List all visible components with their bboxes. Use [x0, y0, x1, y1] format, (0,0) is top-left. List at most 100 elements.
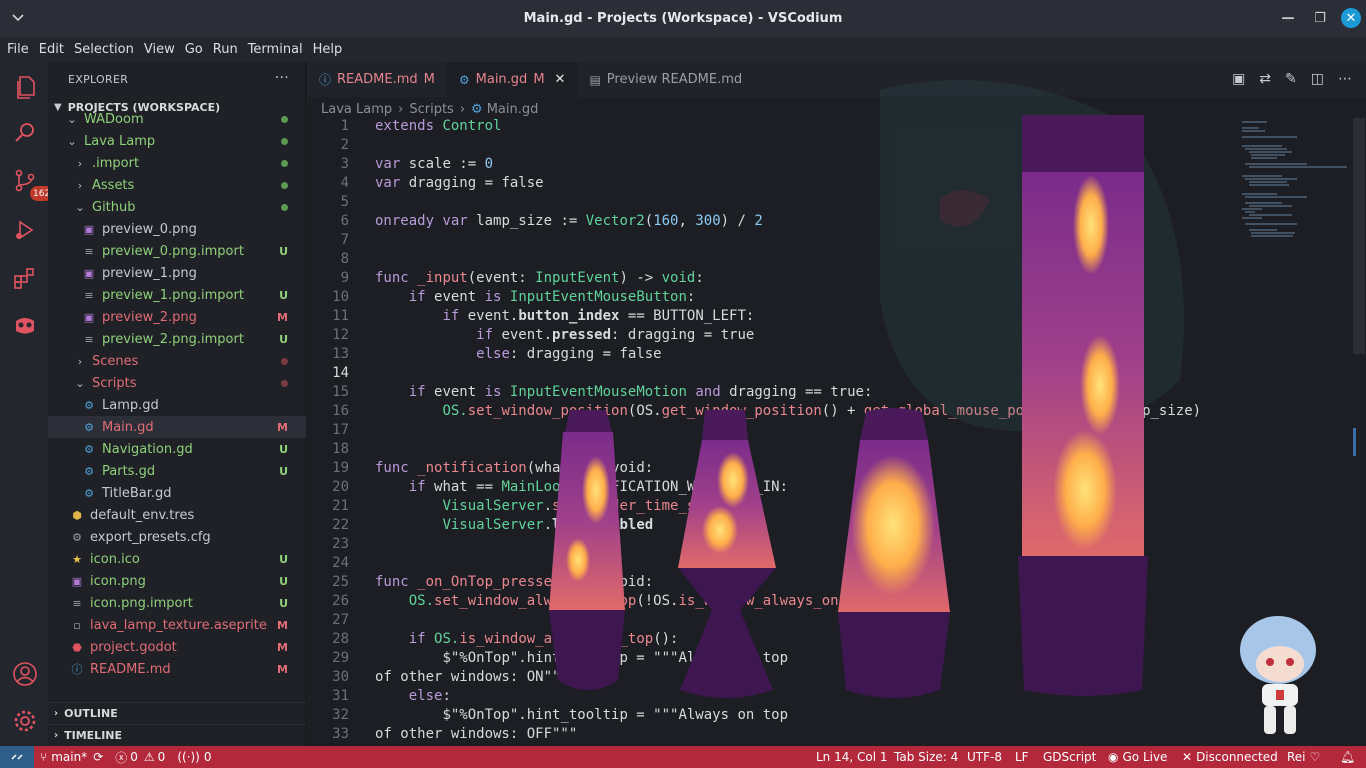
sync-icon[interactable]: ⟳ — [93, 750, 103, 764]
code-token: loop_enabled — [552, 517, 654, 533]
more-actions-icon[interactable]: ⋯ — [1338, 71, 1352, 87]
tab-size[interactable]: Tab Size: 4 — [894, 746, 958, 768]
code-token: (what — [526, 460, 569, 476]
tree-item-wadoom[interactable]: ⌄ WADoom — [48, 108, 306, 130]
code-line: of other windows: ON""" — [375, 669, 569, 685]
tree-item-lamp-gd[interactable]: ⚙ Lamp.gd — [48, 394, 306, 416]
pin-icon[interactable]: ✎ — [1285, 71, 1297, 87]
connection-label: Disconnected — [1196, 750, 1278, 764]
tree-item-scripts[interactable]: ⌄ Scripts — [48, 372, 306, 394]
code-token: (): — [653, 631, 679, 647]
chevron-down-icon[interactable] — [10, 10, 26, 26]
chevron-right-icon: › — [77, 354, 83, 368]
code-token: event. — [501, 327, 553, 343]
end-of-line[interactable]: LF — [1015, 746, 1029, 768]
tree-item-readme[interactable]: ⓘ README.md M — [48, 658, 306, 680]
tree-item-label: Assets — [92, 177, 135, 193]
error-count: 0 — [130, 750, 138, 764]
tree-item-preview-2-png[interactable]: ▣ preview_2.png M — [48, 306, 306, 328]
tree-item-default-env[interactable]: ⬢ default_env.tres — [48, 504, 306, 526]
tree-item-preview-2-import[interactable]: ≡ preview_2.png.import U — [48, 328, 306, 350]
tree-item-preview-1-png[interactable]: ▣ preview_1.png — [48, 262, 306, 284]
tab-readme[interactable]: ⓘ README.md M — [307, 62, 447, 97]
close-window-button[interactable]: ✕ — [1341, 8, 1361, 28]
godot-icon[interactable] — [12, 312, 38, 338]
tree-item-preview-0-png[interactable]: ▣ preview_0.png — [48, 218, 306, 240]
encoding[interactable]: UTF-8 — [967, 746, 1002, 768]
tab-main-gd[interactable]: ⚙ Main.gd M ✕ — [446, 62, 578, 97]
tree-item-scenes[interactable]: › Scenes — [48, 350, 306, 372]
remote-icon[interactable] — [0, 746, 34, 768]
problems-indicator[interactable]: ⓧ 0 ⚠ 0 — [109, 749, 171, 766]
code-token: event — [434, 384, 477, 400]
tree-item-export-presets[interactable]: ⚙ export_presets.cfg — [48, 526, 306, 548]
git-branch[interactable]: ⑂ main* ⟳ — [34, 750, 109, 764]
run-debug-icon[interactable] — [12, 217, 38, 243]
language-mode[interactable]: GDScript — [1043, 746, 1096, 768]
tree-item-lava-lamp[interactable]: ⌄ Lava Lamp — [48, 130, 306, 152]
code-token: and — [695, 384, 721, 400]
code-line: func _notification(what) -> void: — [375, 460, 653, 476]
tree-item-icon-png-import[interactable]: ≡ icon.png.import U — [48, 592, 306, 614]
code-token: OS. — [434, 631, 460, 647]
search-icon[interactable] — [12, 120, 38, 146]
account-icon[interactable] — [12, 661, 38, 687]
minimap[interactable] — [1237, 118, 1347, 248]
extensions-icon[interactable] — [12, 265, 38, 291]
tree-item-label: Navigation.gd — [102, 441, 193, 457]
notifications-bell-icon[interactable]: 🔔︎ — [1340, 746, 1355, 768]
breadcrumb-item[interactable]: Scripts — [409, 102, 453, 117]
modified-badge: M — [533, 72, 545, 87]
code-token: () + — [821, 403, 864, 419]
connection-status[interactable]: ✕ Disconnected — [1182, 746, 1278, 768]
outline-section[interactable]: › OUTLINE — [48, 702, 306, 724]
settings-gear-icon[interactable] — [12, 708, 38, 734]
split-editor-icon[interactable]: ◫ — [1311, 71, 1324, 87]
tree-item-label: TitleBar.gd — [102, 485, 172, 501]
tab-preview-readme[interactable]: ▤ Preview README.md — [577, 62, 754, 97]
maximize-button[interactable]: ❐ — [1310, 8, 1330, 28]
breadcrumb-item[interactable]: Lava Lamp — [321, 102, 392, 117]
ports-indicator[interactable]: ((·)) 0 — [171, 750, 217, 764]
tree-item-project-godot[interactable]: ⬣ project.godot M — [48, 636, 306, 658]
breadcrumb-item[interactable]: Main.gd — [487, 102, 539, 117]
explorer-icon[interactable] — [12, 74, 38, 100]
tree-item-preview-0-import[interactable]: ≡ preview_0.png.import U — [48, 240, 306, 262]
tree-item-assets[interactable]: › Assets — [48, 174, 306, 196]
image-file-icon: ▣ — [83, 310, 95, 324]
timeline-section[interactable]: › TIMELINE — [48, 724, 306, 746]
tree-item-label: preview_1.png — [102, 265, 197, 281]
code-line: OS.set_window_position(OS.get_window_pos… — [375, 403, 1201, 419]
tree-item-parts-gd[interactable]: ⚙ Parts.gd U — [48, 460, 306, 482]
tree-item-main-gd[interactable]: ⚙ Main.gd M — [48, 416, 306, 438]
tree-item-aseprite[interactable]: ▫ lava_lamp_texture.aseprite M — [48, 614, 306, 636]
code-token: onready var — [375, 213, 468, 229]
tree-item-titlebar-gd[interactable]: ⚙ TitleBar.gd — [48, 482, 306, 504]
code-line: var dragging = false — [375, 175, 544, 191]
gdscript-file-icon: ⚙ — [84, 442, 94, 456]
tree-item-icon-png[interactable]: ▣ icon.png U — [48, 570, 306, 592]
open-preview-icon[interactable]: ▣ — [1232, 71, 1245, 87]
code-line: else: dragging = false — [375, 346, 661, 362]
gdscript-file-icon: ⚙ — [84, 464, 94, 478]
go-live-button[interactable]: ◉ Go Live — [1108, 746, 1167, 768]
cursor-position[interactable]: Ln 14, Col 1 — [816, 746, 888, 768]
tree-item-github[interactable]: ⌄ Github — [48, 196, 306, 218]
tree-item-import-folder[interactable]: › .import — [48, 152, 306, 174]
menu-help[interactable]: Help — [308, 42, 348, 57]
code-token: MainLoop — [501, 479, 569, 495]
code-line: if event is InputEventMouseMotion and dr… — [375, 384, 873, 400]
code-token: ) -> — [619, 270, 662, 286]
source-control-icon[interactable]: 162 — [12, 168, 54, 201]
code-token: . — [543, 517, 553, 533]
minimize-button[interactable]: — — [1278, 8, 1298, 28]
close-tab-icon[interactable]: ✕ — [555, 72, 566, 87]
user-status[interactable]: Rei ♡ — [1287, 746, 1320, 768]
editor-scrollbar[interactable] — [1353, 118, 1365, 354]
menu-file[interactable]: File — [2, 42, 34, 57]
tree-item-icon-ico[interactable]: ★ icon.ico U — [48, 548, 306, 570]
modified-badge: M — [423, 72, 435, 87]
compare-changes-icon[interactable]: ⇄ — [1259, 71, 1271, 87]
tree-item-navigation-gd[interactable]: ⚙ Navigation.gd U — [48, 438, 306, 460]
tree-item-preview-1-import[interactable]: ≡ preview_1.png.import U — [48, 284, 306, 306]
